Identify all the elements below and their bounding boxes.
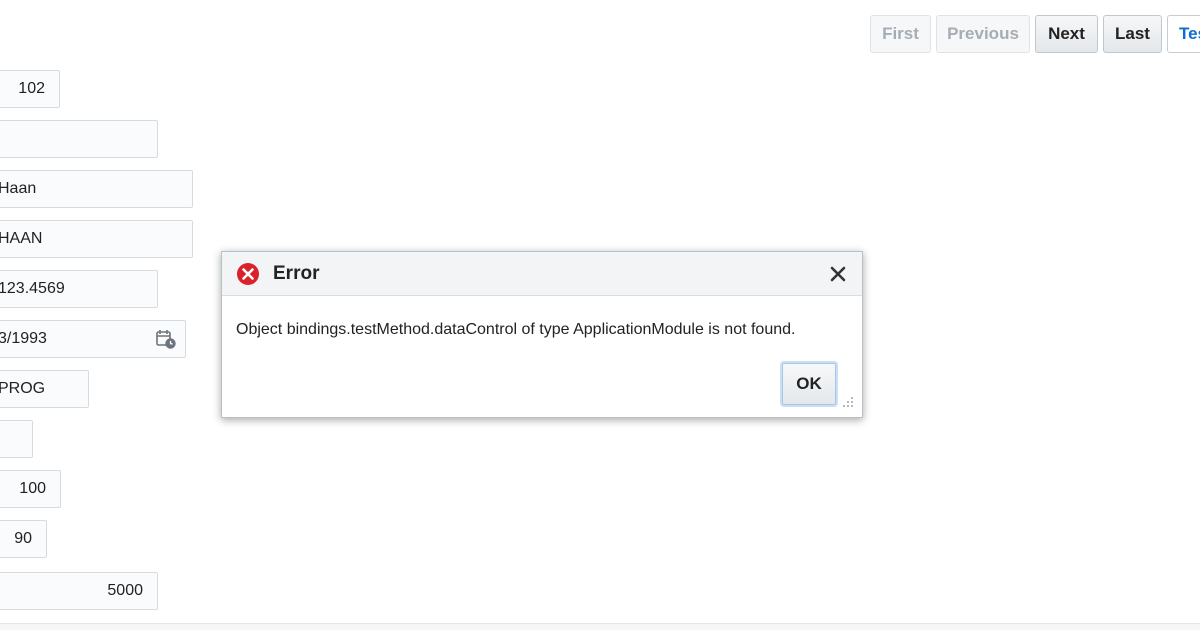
last-name-value: Haan bbox=[0, 180, 37, 197]
close-icon[interactable] bbox=[828, 264, 848, 284]
dialog-header: Error bbox=[222, 252, 862, 296]
dialog-message: Object bindings.testMethod.dataControl o… bbox=[236, 321, 796, 338]
manager-id-value: 100 bbox=[19, 480, 46, 497]
previous-button[interactable]: Previous bbox=[936, 15, 1030, 53]
email-value: HAAN bbox=[0, 230, 43, 247]
email-field[interactable]: HAAN bbox=[0, 220, 193, 258]
phone-field[interactable]: 123.4569 bbox=[0, 270, 158, 308]
department-id-value: 90 bbox=[14, 530, 32, 547]
hire-date-field[interactable]: 3/1993 bbox=[0, 320, 186, 358]
next-button[interactable]: Next bbox=[1035, 15, 1098, 53]
page: First Previous Next Last Tes 102 Haan HA… bbox=[0, 0, 1200, 630]
error-dialog: Error Object bindings.testMethod.dataCon… bbox=[221, 251, 863, 418]
job-id-field[interactable]: PROG bbox=[0, 370, 89, 408]
department-id-field[interactable]: 90 bbox=[0, 520, 47, 558]
phone-value: 123.4569 bbox=[0, 280, 65, 297]
salary-field[interactable] bbox=[0, 420, 33, 458]
first-button[interactable]: First bbox=[870, 15, 931, 53]
amount-field[interactable]: 5000 bbox=[0, 572, 158, 610]
amount-value: 5000 bbox=[107, 582, 143, 599]
test-button[interactable]: Tes bbox=[1167, 15, 1200, 53]
employee-id-field[interactable]: 102 bbox=[0, 70, 60, 108]
dialog-title: Error bbox=[273, 263, 320, 284]
ok-button[interactable]: OK bbox=[782, 363, 836, 405]
first-name-field[interactable] bbox=[0, 120, 158, 158]
resize-grip-icon[interactable] bbox=[842, 396, 854, 408]
calendar-time-icon[interactable] bbox=[155, 328, 177, 350]
bottom-strip bbox=[0, 624, 1200, 630]
last-button[interactable]: Last bbox=[1103, 15, 1162, 53]
job-id-value: PROG bbox=[0, 380, 46, 397]
manager-id-field[interactable]: 100 bbox=[0, 470, 61, 508]
last-name-field[interactable]: Haan bbox=[0, 170, 193, 208]
error-circle-x-icon bbox=[237, 263, 259, 285]
employee-id-value: 102 bbox=[18, 80, 45, 97]
hire-date-value: 3/1993 bbox=[0, 330, 47, 347]
